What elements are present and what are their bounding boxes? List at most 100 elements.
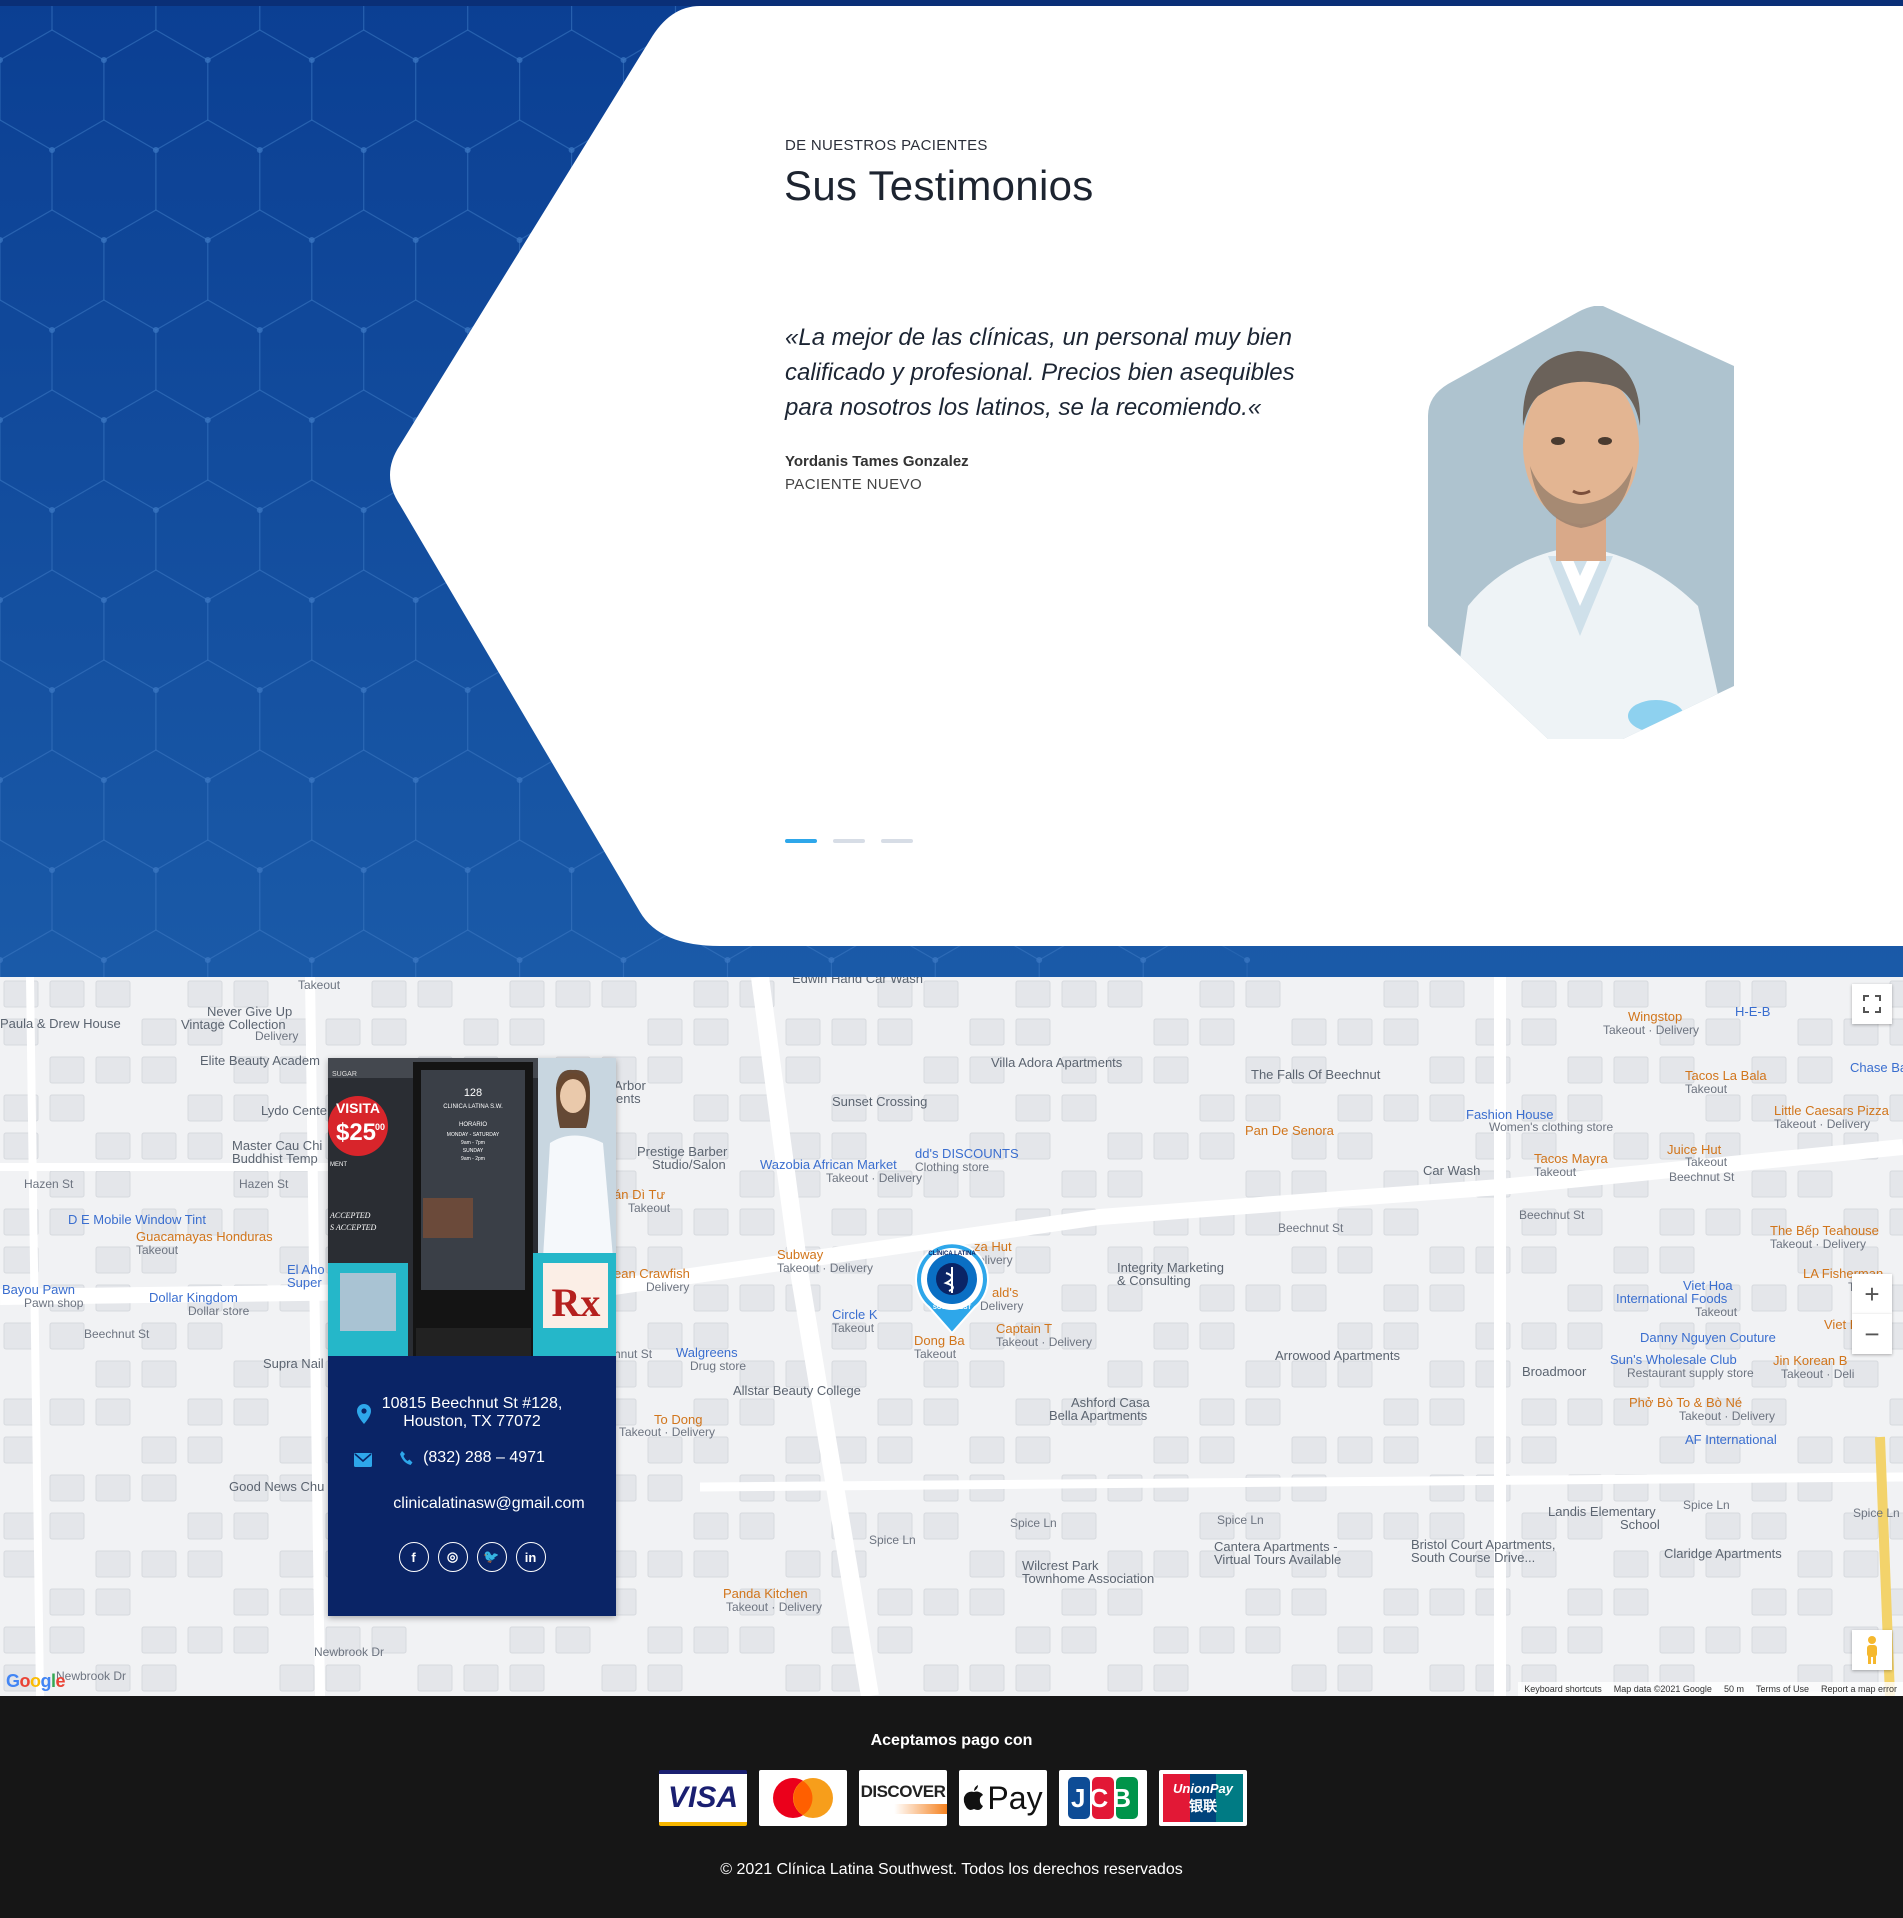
map-place-label[interactable]: Takeout · Deli (1781, 1367, 1854, 1381)
map-place-label[interactable]: Women's clothing store (1489, 1120, 1613, 1134)
map-place-label[interactable]: Little Caesars Pizza (1774, 1103, 1889, 1118)
map-place-label[interactable]: Dollar Kingdom (149, 1290, 238, 1305)
clinic-map-marker[interactable]: CLÍNICA LATINA SOUTHWEST (911, 1239, 993, 1335)
map-place-label[interactable]: Phở Bò To & Bò Né (1629, 1395, 1742, 1410)
terms-link[interactable]: Terms of Use (1756, 1684, 1809, 1694)
map-place-label[interactable]: Townhome Association (1022, 1571, 1154, 1586)
map-place-label[interactable]: Lydo Cente (261, 1103, 327, 1118)
map-place-label[interactable]: Wingstop (1628, 1009, 1682, 1024)
map-place-label[interactable]: Takeout · Delivery (777, 1261, 873, 1275)
map-place-label[interactable]: Claridge Apartments (1664, 1546, 1782, 1561)
map-place-label[interactable]: án Dì Tư (614, 1187, 665, 1202)
google-map[interactable]: Paula & Drew House Never Give Up Vintage C… (0, 977, 1903, 1696)
map-place-label[interactable]: Takeout (628, 1201, 670, 1215)
map-place-label[interactable]: Super (287, 1275, 322, 1290)
map-place-label[interactable]: Danny Nguyen Couture (1640, 1330, 1776, 1345)
map-place-label[interactable]: Takeout · Delivery (1770, 1237, 1866, 1251)
slider-dot-2[interactable] (833, 839, 865, 843)
map-place-label[interactable]: ald's (992, 1285, 1018, 1300)
map-place-label[interactable]: Car Wash (1423, 1163, 1480, 1178)
map-place-label[interactable]: Good News Chu (229, 1479, 324, 1494)
map-place-label[interactable]: Beechnut St (1519, 1208, 1584, 1222)
map-place-label[interactable]: Spice Ln (1853, 1506, 1900, 1520)
map-place-label[interactable]: Beechnut St (84, 1327, 149, 1341)
map-place-label[interactable]: Takeout · Delivery (996, 1335, 1092, 1349)
slider-dot-3[interactable] (881, 839, 913, 843)
map-place-label[interactable]: South Course Drive... (1411, 1550, 1535, 1565)
facebook-icon[interactable]: f (398, 1542, 429, 1572)
map-place-label[interactable]: Studio/Salon (652, 1157, 726, 1172)
map-place-label[interactable]: Dollar store (188, 1304, 249, 1318)
map-place-label[interactable]: Newbrook Dr (314, 1645, 384, 1659)
slider-dot-1[interactable] (785, 839, 817, 843)
map-place-label[interactable]: Sunset Crossing (832, 1094, 927, 1109)
map-place-label[interactable]: Spice Ln (1010, 1516, 1057, 1530)
linkedin-icon[interactable]: in (515, 1542, 546, 1572)
map-place-label[interactable]: Takeout · Delivery (1774, 1117, 1870, 1131)
map-place-label[interactable]: hnut St (614, 1347, 652, 1361)
map-place-label[interactable]: Paula & Drew House (0, 1016, 121, 1031)
map-place-label[interactable]: Hazen St (24, 1177, 73, 1191)
map-place-label[interactable]: Restaurant supply store (1627, 1366, 1754, 1380)
map-place-label[interactable]: & Consulting (1117, 1273, 1191, 1288)
map-place-label[interactable]: Subway (777, 1247, 823, 1262)
map-place-label[interactable]: Sun's Wholesale Club (1610, 1352, 1737, 1367)
map-place-label[interactable]: Virtual Tours Available (1214, 1552, 1341, 1567)
map-place-label[interactable]: Clothing store (915, 1160, 989, 1174)
map-place-label[interactable]: Circle K (832, 1307, 878, 1322)
map-place-label[interactable]: The Falls Of Beechnut (1251, 1067, 1380, 1082)
map-place-label[interactable]: Takeout · Delivery (726, 1600, 822, 1614)
map-place-label[interactable]: Takeout · Delivery (619, 1425, 715, 1439)
report-error-link[interactable]: Report a map error (1821, 1684, 1897, 1694)
map-place-label[interactable]: Spice Ln (1683, 1498, 1730, 1512)
map-place-label[interactable]: Takeout (1534, 1165, 1576, 1179)
map-place-label[interactable]: Broadmoor (1522, 1364, 1586, 1379)
map-place-label[interactable]: Spice Ln (869, 1533, 916, 1547)
map-place-label[interactable]: Bayou Pawn (2, 1282, 75, 1297)
map-place-label[interactable]: Takeout (1685, 1155, 1727, 1169)
street-view-pegman[interactable] (1852, 1630, 1892, 1670)
map-place-label[interactable]: D E Mobile Window Tint (68, 1212, 206, 1227)
map-place-label[interactable]: Takeout (914, 1347, 956, 1361)
map-place-label[interactable]: Pawn shop (24, 1296, 83, 1310)
fullscreen-button[interactable] (1852, 984, 1892, 1024)
map-place-label[interactable]: Spice Ln (1217, 1513, 1264, 1527)
map-place-label[interactable]: Elite Beauty Academ (200, 1053, 320, 1068)
map-place-label[interactable]: Newbrook Dr (56, 1669, 126, 1683)
twitter-icon[interactable]: 🐦 (476, 1542, 507, 1572)
map-place-label[interactable]: Takeout (1685, 1082, 1727, 1096)
map-place-label[interactable]: ents (616, 1091, 641, 1106)
map-place-label[interactable]: H-E-B (1735, 1004, 1770, 1019)
map-place-label[interactable]: Villa Adora Apartments (991, 1055, 1122, 1070)
map-place-label[interactable]: ean Crawfish (614, 1266, 690, 1281)
map-place-label[interactable]: Takeout · Delivery (1603, 1023, 1699, 1037)
map-place-label[interactable]: International Foods (1616, 1291, 1727, 1306)
map-place-label[interactable]: Bella Apartments (1049, 1408, 1147, 1423)
map-place-label[interactable]: Edwin Hand Car Wash (792, 977, 923, 986)
phone-number[interactable]: (832) 288 – 4971 (423, 1449, 545, 1467)
map-place-label[interactable]: The Bếp Teahouse (1770, 1223, 1879, 1238)
instagram-icon[interactable]: ◎ (437, 1542, 468, 1572)
zoom-in-button[interactable]: + (1852, 1274, 1892, 1314)
map-place-label[interactable]: Beechnut St (1669, 1170, 1734, 1184)
map-place-label[interactable]: Takeout · Delivery (1679, 1409, 1775, 1423)
map-place-label[interactable]: Tacos La Bala (1685, 1068, 1767, 1083)
map-place-label[interactable]: Takeout (298, 978, 340, 992)
map-place-label[interactable]: Walgreens (676, 1345, 738, 1360)
map-place-label[interactable]: Delivery (255, 1029, 298, 1043)
map-place-label[interactable]: Wazobia African Market (760, 1157, 897, 1172)
keyboard-shortcuts-link[interactable]: Keyboard shortcuts (1524, 1684, 1602, 1694)
map-place-label[interactable]: AF International (1685, 1432, 1777, 1447)
map-place-label[interactable]: Arrowood Apartments (1275, 1348, 1400, 1363)
map-place-label[interactable]: Beechnut St (1278, 1221, 1343, 1235)
map-place-label[interactable]: Buddhist Temp (232, 1151, 318, 1166)
map-place-label[interactable]: Takeout (136, 1243, 178, 1257)
map-place-label[interactable]: Supra Nail (263, 1356, 324, 1371)
map-place-label[interactable]: Panda Kitchen (723, 1586, 808, 1601)
map-place-label[interactable]: School (1620, 1517, 1660, 1532)
clinic-email[interactable]: clinicalatinasw@gmail.com (328, 1495, 616, 1513)
map-place-label[interactable]: Dong Ba (914, 1333, 965, 1348)
map-place-label[interactable]: Drug store (690, 1359, 746, 1373)
map-place-label[interactable]: Allstar Beauty College (733, 1383, 861, 1398)
map-place-label[interactable]: Delivery (646, 1280, 689, 1294)
